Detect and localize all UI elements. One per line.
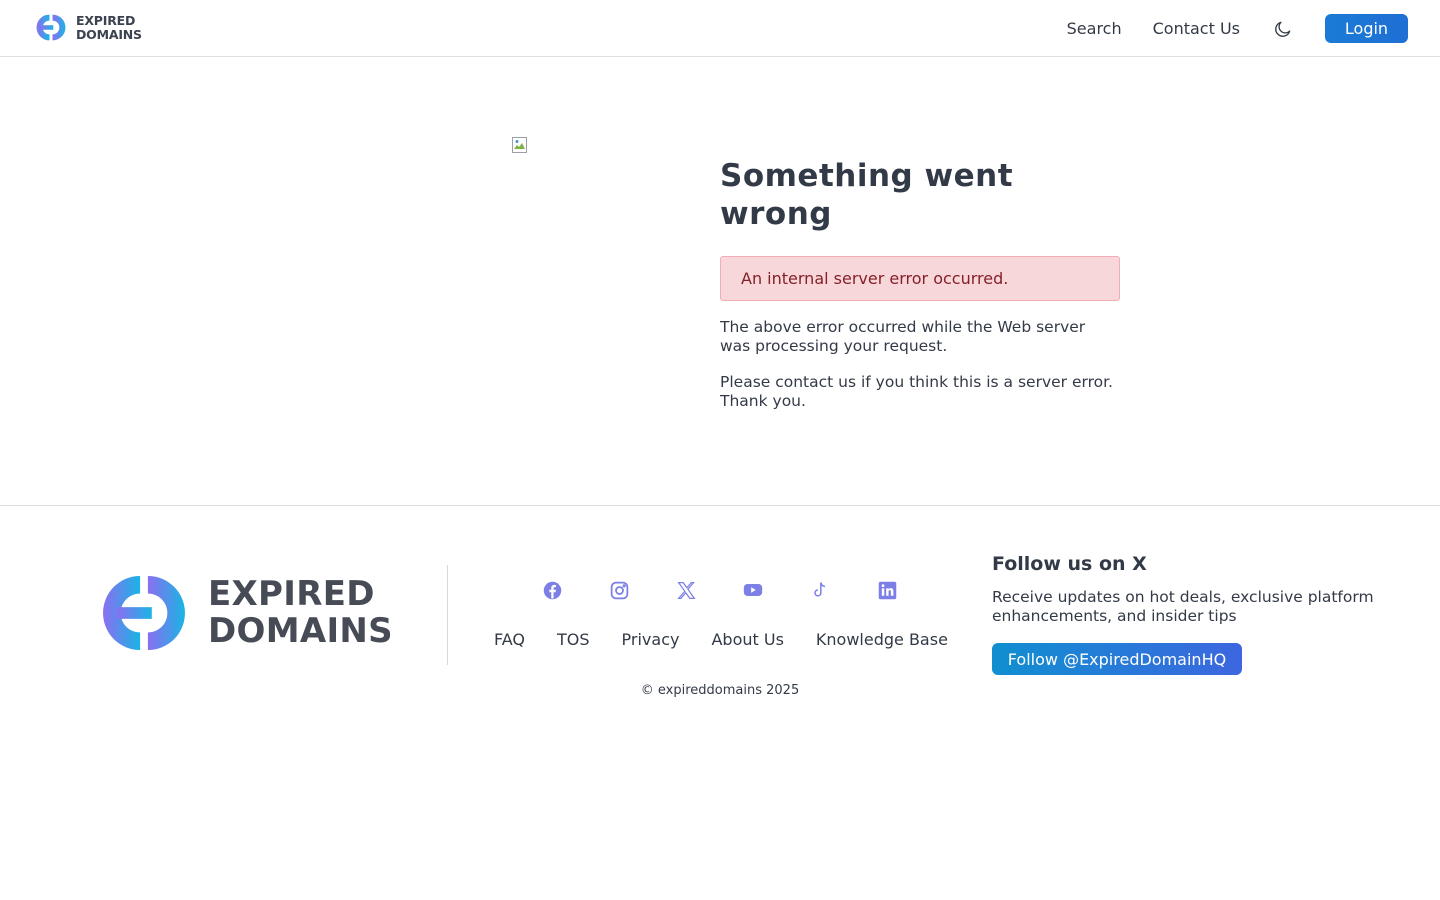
footer-knowledge-base-link[interactable]: Knowledge Base	[816, 630, 948, 650]
x-icon[interactable]	[674, 578, 698, 602]
theme-toggle-button[interactable]	[1272, 18, 1294, 40]
page-title: Something went wrong	[720, 158, 1014, 232]
nav-search-link[interactable]: Search	[1067, 14, 1122, 43]
tiktok-icon[interactable]	[808, 578, 832, 602]
login-button[interactable]: Login	[1325, 14, 1408, 43]
nav-contact-link[interactable]: Contact Us	[1153, 14, 1240, 43]
footer-logo-line2: DOMAINS	[208, 611, 393, 651]
error-description: The above error occurred while the Web s…	[720, 318, 1086, 355]
error-alert: An internal server error occurred.	[720, 256, 1120, 301]
follow-description: Receive updates on hot deals, exclusive …	[992, 588, 1374, 625]
logo-text-line1: EXPIRED	[76, 12, 136, 28]
footer-about-link[interactable]: About Us	[711, 630, 783, 650]
error-content: Something went wrong An internal server …	[720, 157, 1120, 411]
social-links	[540, 578, 899, 602]
main-nav: Search Contact Us Login	[1067, 14, 1408, 43]
footer-vertical-divider	[447, 565, 448, 665]
moon-icon	[1275, 21, 1291, 37]
facebook-icon[interactable]	[540, 578, 564, 602]
header-logo[interactable]: EXPIRED DOMAINS	[32, 12, 142, 43]
footer-tos-link[interactable]: TOS	[557, 630, 590, 650]
contact-note: Please contact us if you think this is a…	[720, 373, 1113, 410]
copyright-text: © expireddomains 2025	[640, 683, 800, 698]
logo-text-line2: DOMAINS	[76, 26, 142, 42]
instagram-icon[interactable]	[607, 578, 631, 602]
follow-heading: Follow us on X	[992, 553, 1147, 575]
youtube-icon[interactable]	[741, 578, 765, 602]
linkedin-icon[interactable]	[875, 578, 899, 602]
logo-mark-icon	[36, 14, 66, 41]
footer-logo-line1: EXPIRED	[208, 574, 375, 614]
follow-x-button[interactable]: Follow @ExpiredDomainHQ	[992, 643, 1242, 675]
footer-links: FAQ TOS Privacy About Us Knowledge Base	[494, 630, 948, 650]
site-header: EXPIRED DOMAINS Search Contact Us Login	[0, 0, 1440, 57]
footer-divider-line	[0, 505, 1440, 506]
footer-faq-link[interactable]: FAQ	[494, 630, 525, 650]
footer-logo[interactable]: EXPIRED DOMAINS	[94, 574, 393, 652]
footer-privacy-link[interactable]: Privacy	[622, 630, 680, 650]
broken-image-icon	[512, 137, 527, 153]
logo-mark-icon	[103, 575, 185, 651]
follow-section: Follow us on X Receive updates on hot de…	[992, 552, 1412, 675]
